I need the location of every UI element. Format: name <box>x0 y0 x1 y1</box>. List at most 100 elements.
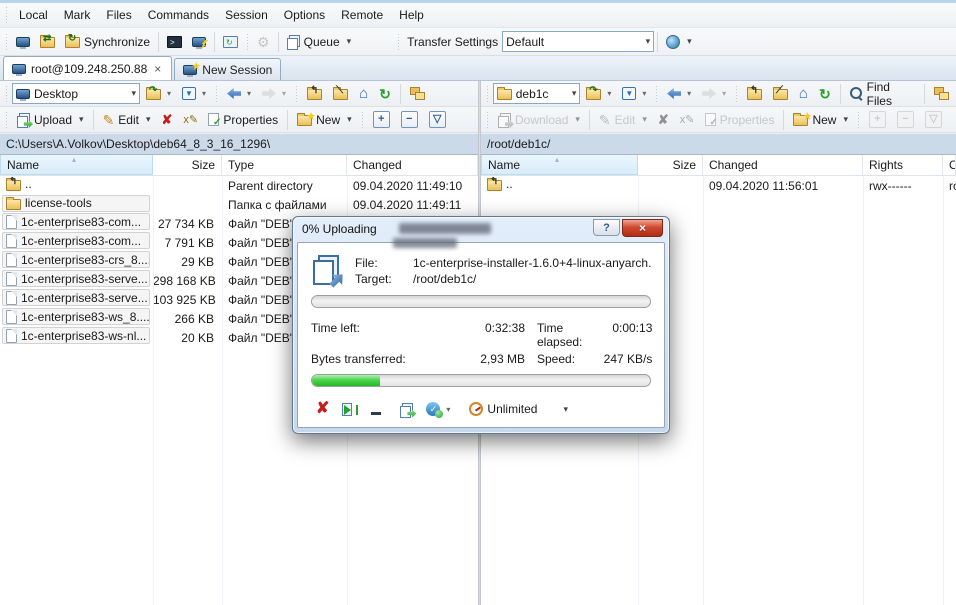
toolbar-grip[interactable] <box>4 112 9 128</box>
local-delete-button[interactable]: ✘ <box>157 108 178 132</box>
menu-session[interactable]: Session <box>217 4 276 26</box>
toggle-panels-button[interactable] <box>11 30 35 54</box>
local-back-button[interactable] <box>222 82 256 106</box>
remote-back-button[interactable] <box>662 82 696 106</box>
toolbar-grip[interactable] <box>245 34 250 50</box>
local-home-button[interactable]: ⌂ <box>354 82 373 106</box>
remote-new-button[interactable]: New <box>788 108 853 132</box>
download-button[interactable]: Download <box>493 108 585 132</box>
cancel-transfer-icon[interactable]: ✘ <box>316 401 329 417</box>
local-parent-directory-button[interactable]: ↰ <box>302 82 327 106</box>
remote-root-directory-button[interactable]: ⟋ <box>768 82 793 106</box>
menu-mark[interactable]: Mark <box>56 4 99 26</box>
toolbar-grip[interactable] <box>4 34 9 50</box>
help-button[interactable]: ? <box>593 219 620 236</box>
column-header-rights[interactable]: Rights <box>863 155 943 175</box>
toolbar-grip[interactable] <box>396 34 401 50</box>
menu-help[interactable]: Help <box>391 4 432 26</box>
overall-progress-bar <box>311 295 651 308</box>
toolbar-grip[interactable] <box>654 86 659 102</box>
open-in-putty-button[interactable] <box>187 30 211 54</box>
remote-home-button[interactable]: ⌂ <box>794 82 813 106</box>
remote-path-bar[interactable]: /root/deb1c/ <box>481 133 956 155</box>
remote-invert-selection-button[interactable]: ▽ <box>920 108 947 132</box>
refresh-session-button[interactable]: ↻ <box>218 30 243 54</box>
remote-location-combo[interactable]: deb1c ▾ <box>493 83 581 104</box>
toolbar-grip[interactable] <box>294 86 299 102</box>
local-unselect-button[interactable]: − <box>396 108 423 132</box>
transfer-options-button[interactable] <box>661 30 697 54</box>
remote-open-directory-button[interactable]: ↷ <box>581 82 616 106</box>
local-refresh-button[interactable]: ↻ <box>374 82 396 106</box>
local-new-button[interactable]: New <box>292 108 357 132</box>
remote-tree-button[interactable] <box>929 82 954 106</box>
new-session-tab[interactable]: New Session <box>174 58 281 80</box>
local-edit-button[interactable]: ✎ Edit <box>98 108 156 132</box>
local-properties-button[interactable]: Properties <box>203 108 283 132</box>
local-filter-button[interactable]: ▼ <box>177 82 211 106</box>
column-header-name[interactable]: Name <box>481 155 638 175</box>
menu-options[interactable]: Options <box>276 4 333 26</box>
toolbar-grip[interactable] <box>485 86 490 102</box>
local-invert-selection-button[interactable]: ▽ <box>424 108 451 132</box>
toolbar-grip[interactable] <box>734 86 739 102</box>
local-rename-button[interactable]: x✎ <box>178 108 202 132</box>
local-tree-button[interactable] <box>405 82 430 106</box>
local-open-directory-button[interactable]: ↷ <box>141 82 176 106</box>
remote-parent-directory-button[interactable]: ↰ <box>742 82 767 106</box>
toolbar-grip[interactable] <box>214 86 219 102</box>
menu-local[interactable]: Local <box>11 4 56 26</box>
file-row[interactable]: ↰.. Parent directory 09.04.2020 11:49:10 <box>0 176 478 195</box>
move-to-background-icon[interactable] <box>400 403 413 416</box>
column-header-type[interactable]: Type <box>222 155 347 175</box>
remote-filter-button[interactable]: ▼ <box>617 82 651 106</box>
remote-delete-button[interactable]: ✘ <box>653 108 674 132</box>
filter-icon: ▼ <box>182 87 196 100</box>
remote-forward-button[interactable] <box>697 82 731 106</box>
column-header-size[interactable]: Size <box>153 155 222 175</box>
local-forward-button[interactable] <box>257 82 291 106</box>
column-header-name[interactable]: Name <box>0 155 153 175</box>
upload-button[interactable]: Upload <box>12 108 89 132</box>
local-root-directory-button[interactable]: ⟍ <box>328 82 353 106</box>
toolbar-grip[interactable] <box>360 112 365 128</box>
toolbar-grip[interactable] <box>856 112 861 128</box>
remote-rename-button[interactable]: x✎ <box>675 108 699 132</box>
session-tab-active[interactable]: root@109.248.250.88 × <box>3 56 172 80</box>
local-path-bar[interactable]: C:\Users\A.Volkov\Desktop\deb64_8_3_16_1… <box>0 133 478 155</box>
column-header-owner[interactable]: Owner <box>943 155 956 175</box>
close-session-icon[interactable]: × <box>152 63 163 75</box>
queue-button[interactable]: Queue <box>282 30 357 54</box>
skip-file-icon[interactable] <box>342 403 358 416</box>
local-location-combo[interactable]: Desktop ▾ <box>12 83 140 104</box>
file-row[interactable]: license-tools Папка с файлами 09.04.2020… <box>0 195 478 214</box>
transfer-options-dropdown[interactable]: ✓ <box>426 402 450 416</box>
speed-limit-dropdown[interactable]: Unlimited ▾ <box>469 402 568 416</box>
toolbar-grip[interactable] <box>4 7 9 23</box>
toolbar-grip[interactable] <box>4 86 9 102</box>
find-files-button[interactable]: Find Files <box>845 82 920 106</box>
remote-properties-button[interactable]: Properties <box>700 108 780 132</box>
minimize-icon[interactable] <box>371 403 381 415</box>
column-header-changed[interactable]: Changed <box>703 155 863 175</box>
local-select-button[interactable]: + <box>368 108 395 132</box>
folder-icon <box>497 89 512 100</box>
toolbar-grip[interactable] <box>485 112 490 128</box>
remote-unselect-button[interactable]: − <box>892 108 919 132</box>
column-header-size[interactable]: Size <box>638 155 703 175</box>
transfer-settings-combo[interactable]: Default ▾ <box>502 31 654 52</box>
preferences-button[interactable]: ⚙ <box>252 30 275 54</box>
synchronize-button[interactable]: ↻ Synchronize <box>60 30 155 54</box>
menu-commands[interactable]: Commands <box>140 4 217 26</box>
remote-edit-button[interactable]: ✎ Edit <box>594 108 652 132</box>
queue-icon <box>287 35 300 48</box>
remote-refresh-button[interactable]: ↻ <box>814 82 836 106</box>
open-console-button[interactable]: > <box>162 30 187 54</box>
file-row[interactable]: ↰.. 09.04.2020 11:56:01 rwx------ root <box>481 176 956 195</box>
synchronize-browsing-button[interactable]: ⇄ <box>35 30 60 54</box>
close-button[interactable]: × <box>622 219 663 237</box>
column-header-changed[interactable]: Changed <box>347 155 478 175</box>
remote-select-button[interactable]: + <box>864 108 891 132</box>
menu-files[interactable]: Files <box>98 4 139 26</box>
menu-remote[interactable]: Remote <box>333 4 391 26</box>
